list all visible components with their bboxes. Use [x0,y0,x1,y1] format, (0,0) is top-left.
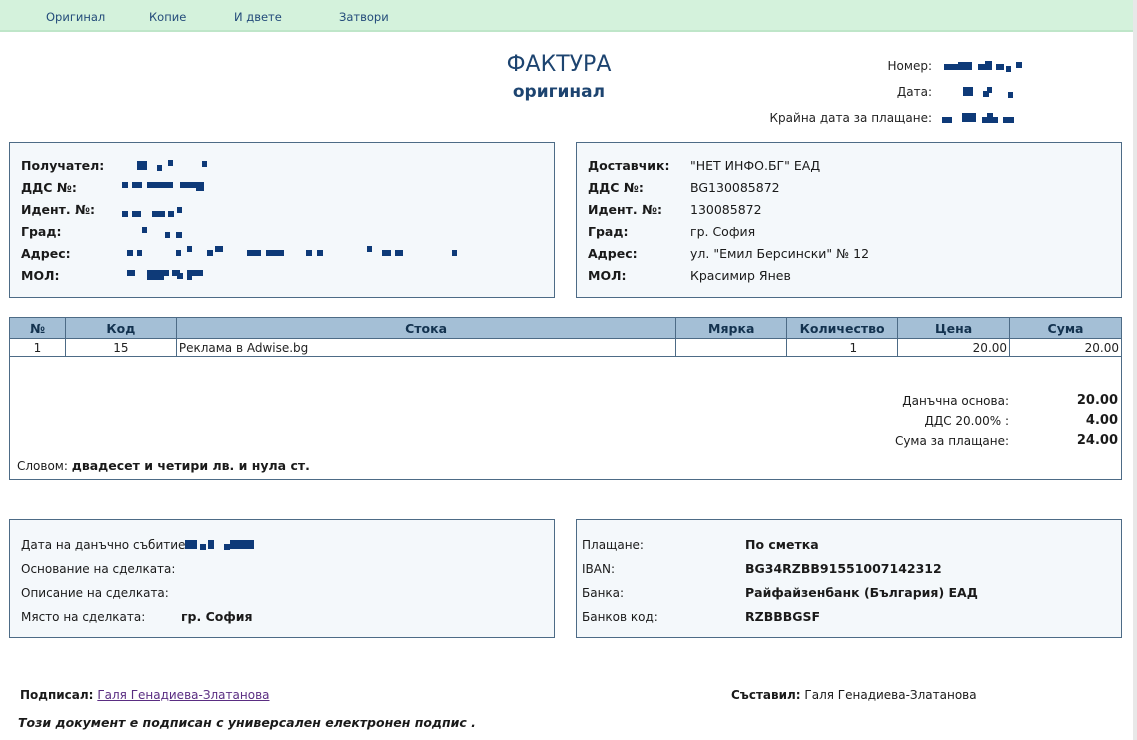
col-header-price: Цена [897,317,1011,339]
compiled-by: Съставил: Галя Генадиева-Златанова [731,688,977,702]
bank-code-label: Банков код: [582,610,658,624]
esign-note: Този документ е подписан с универсален е… [18,715,476,730]
compiled-by-name: Галя Генадиева-Златанова [804,688,977,702]
vat-value: 4.00 [1085,413,1118,428]
cell-product: Реклама в Adwise.bg [175,338,677,357]
scrollbar[interactable] [1133,0,1137,740]
items-table: № Код Стока Мярка Количество Цена Сума 1… [9,317,1122,357]
supplier-address: ул. "Емил Берсински" № 12 [690,246,870,261]
signer-link[interactable]: Галя Генадиева-Златанова [97,688,269,702]
supplier-mol: Красимир Янев [690,268,791,283]
supplier-mol-label: МОЛ: [588,268,627,283]
deal-box: Дата на данъчно събитие: Основание на сд… [9,519,555,638]
payment-method-value: По сметка [745,537,819,552]
iban-value: BG34RZBB91551007142312 [745,561,942,576]
col-header-quantity: Количество [786,317,899,339]
recipient-address-label: Адрес: [21,246,71,261]
table-row: 1 15 Реклама в Adwise.bg 1 20.00 20.00 [9,338,1122,357]
copy-link[interactable]: Копие [149,10,186,24]
supplier-name: "НЕТ ИНФО.БГ" ЕАД [690,158,821,173]
bank-value: Райфайзенбанк (България) ЕАД [745,585,978,600]
supplier-city-label: Град: [588,224,629,239]
supplier-id: 130085872 [690,202,762,217]
due-date-label: Крайна дата за плащане: [769,111,932,125]
cell-no: 1 [9,338,66,357]
bank-label: Банка: [582,586,625,600]
supplier-id-label: Идент. №: [588,202,663,217]
tax-base-value: 20.00 [1076,393,1118,408]
totals-box: Данъчна основа: 20.00 ДДС 20.00% : 4.00 … [9,357,1122,480]
cell-price: 20.00 [897,338,1011,357]
iban-label: IBAN: [582,562,615,576]
deal-place-label: Място на сделката: [21,610,146,624]
bank-code-value: RZBBBGSF [745,609,821,624]
recipient-vat-label: ДДС №: [21,180,77,195]
invoice-subtitle: оригинал [512,82,606,102]
recipient-box: Получател: ДДС №: Идент. №: Град: Адрес:… [9,142,555,298]
signed-by-label: Подписал: [20,688,94,702]
cell-quantity: 1 [786,338,899,357]
deal-description-label: Описание на сделката: [21,586,169,600]
date-label: Дата: [896,85,932,99]
col-header-code: Код [64,317,177,339]
total-value: 24.00 [1076,433,1118,448]
original-link[interactable]: Оригинал [46,10,105,24]
payment-method-label: Плащане: [582,538,644,552]
supplier-city: гр. София [690,224,756,239]
items-header-row: № Код Стока Мярка Количество Цена Сума [9,317,1122,339]
supplier-box: Доставчик: "НЕТ ИНФО.БГ" ЕАД ДДС №: BG13… [576,142,1122,298]
deal-basis-label: Основание на сделката: [21,562,176,576]
signed-by: Подписал: Галя Генадиева-Златанова [20,688,270,702]
cell-unit [675,338,788,357]
payment-box: Плащане: По сметка IBAN: BG34RZBB9155100… [576,519,1122,638]
number-label: Номер: [887,59,932,73]
total-label: Сума за плащане: [894,434,1009,448]
event-date-label: Дата на данъчно събитие: [21,538,190,552]
amount-in-words: Словом: двадесет и четири лв. и нула ст. [17,458,310,473]
supplier-vat-label: ДДС №: [588,180,644,195]
words-value: двадесет и четири лв. и нула ст. [71,458,310,473]
supplier-name-label: Доставчик: [588,158,670,173]
col-header-product: Стока [175,317,677,339]
invoice-title: ФАКТУРА [506,52,612,77]
words-label: Словом: [17,459,68,473]
deal-place-value: гр. София [181,609,253,624]
recipient-name-label: Получател: [21,158,105,173]
col-header-sum: Сума [1009,317,1122,339]
recipient-mol-label: МОЛ: [21,268,60,283]
close-link[interactable]: Затвори [339,10,389,24]
recipient-id-label: Идент. №: [21,202,96,217]
top-toolbar: Оригинал Копие И двете Затвори [0,0,1133,32]
col-header-unit: Мярка [675,317,788,339]
compiled-by-label: Съставил: [731,688,801,702]
both-link[interactable]: И двете [234,10,282,24]
vat-label: ДДС 20.00% : [924,414,1009,428]
col-header-no: № [9,317,66,339]
supplier-vat: BG130085872 [690,180,780,195]
supplier-address-label: Адрес: [588,246,638,261]
cell-sum: 20.00 [1009,338,1122,357]
cell-code: 15 [64,338,177,357]
tax-base-label: Данъчна основа: [902,394,1009,408]
recipient-city-label: Град: [21,224,62,239]
